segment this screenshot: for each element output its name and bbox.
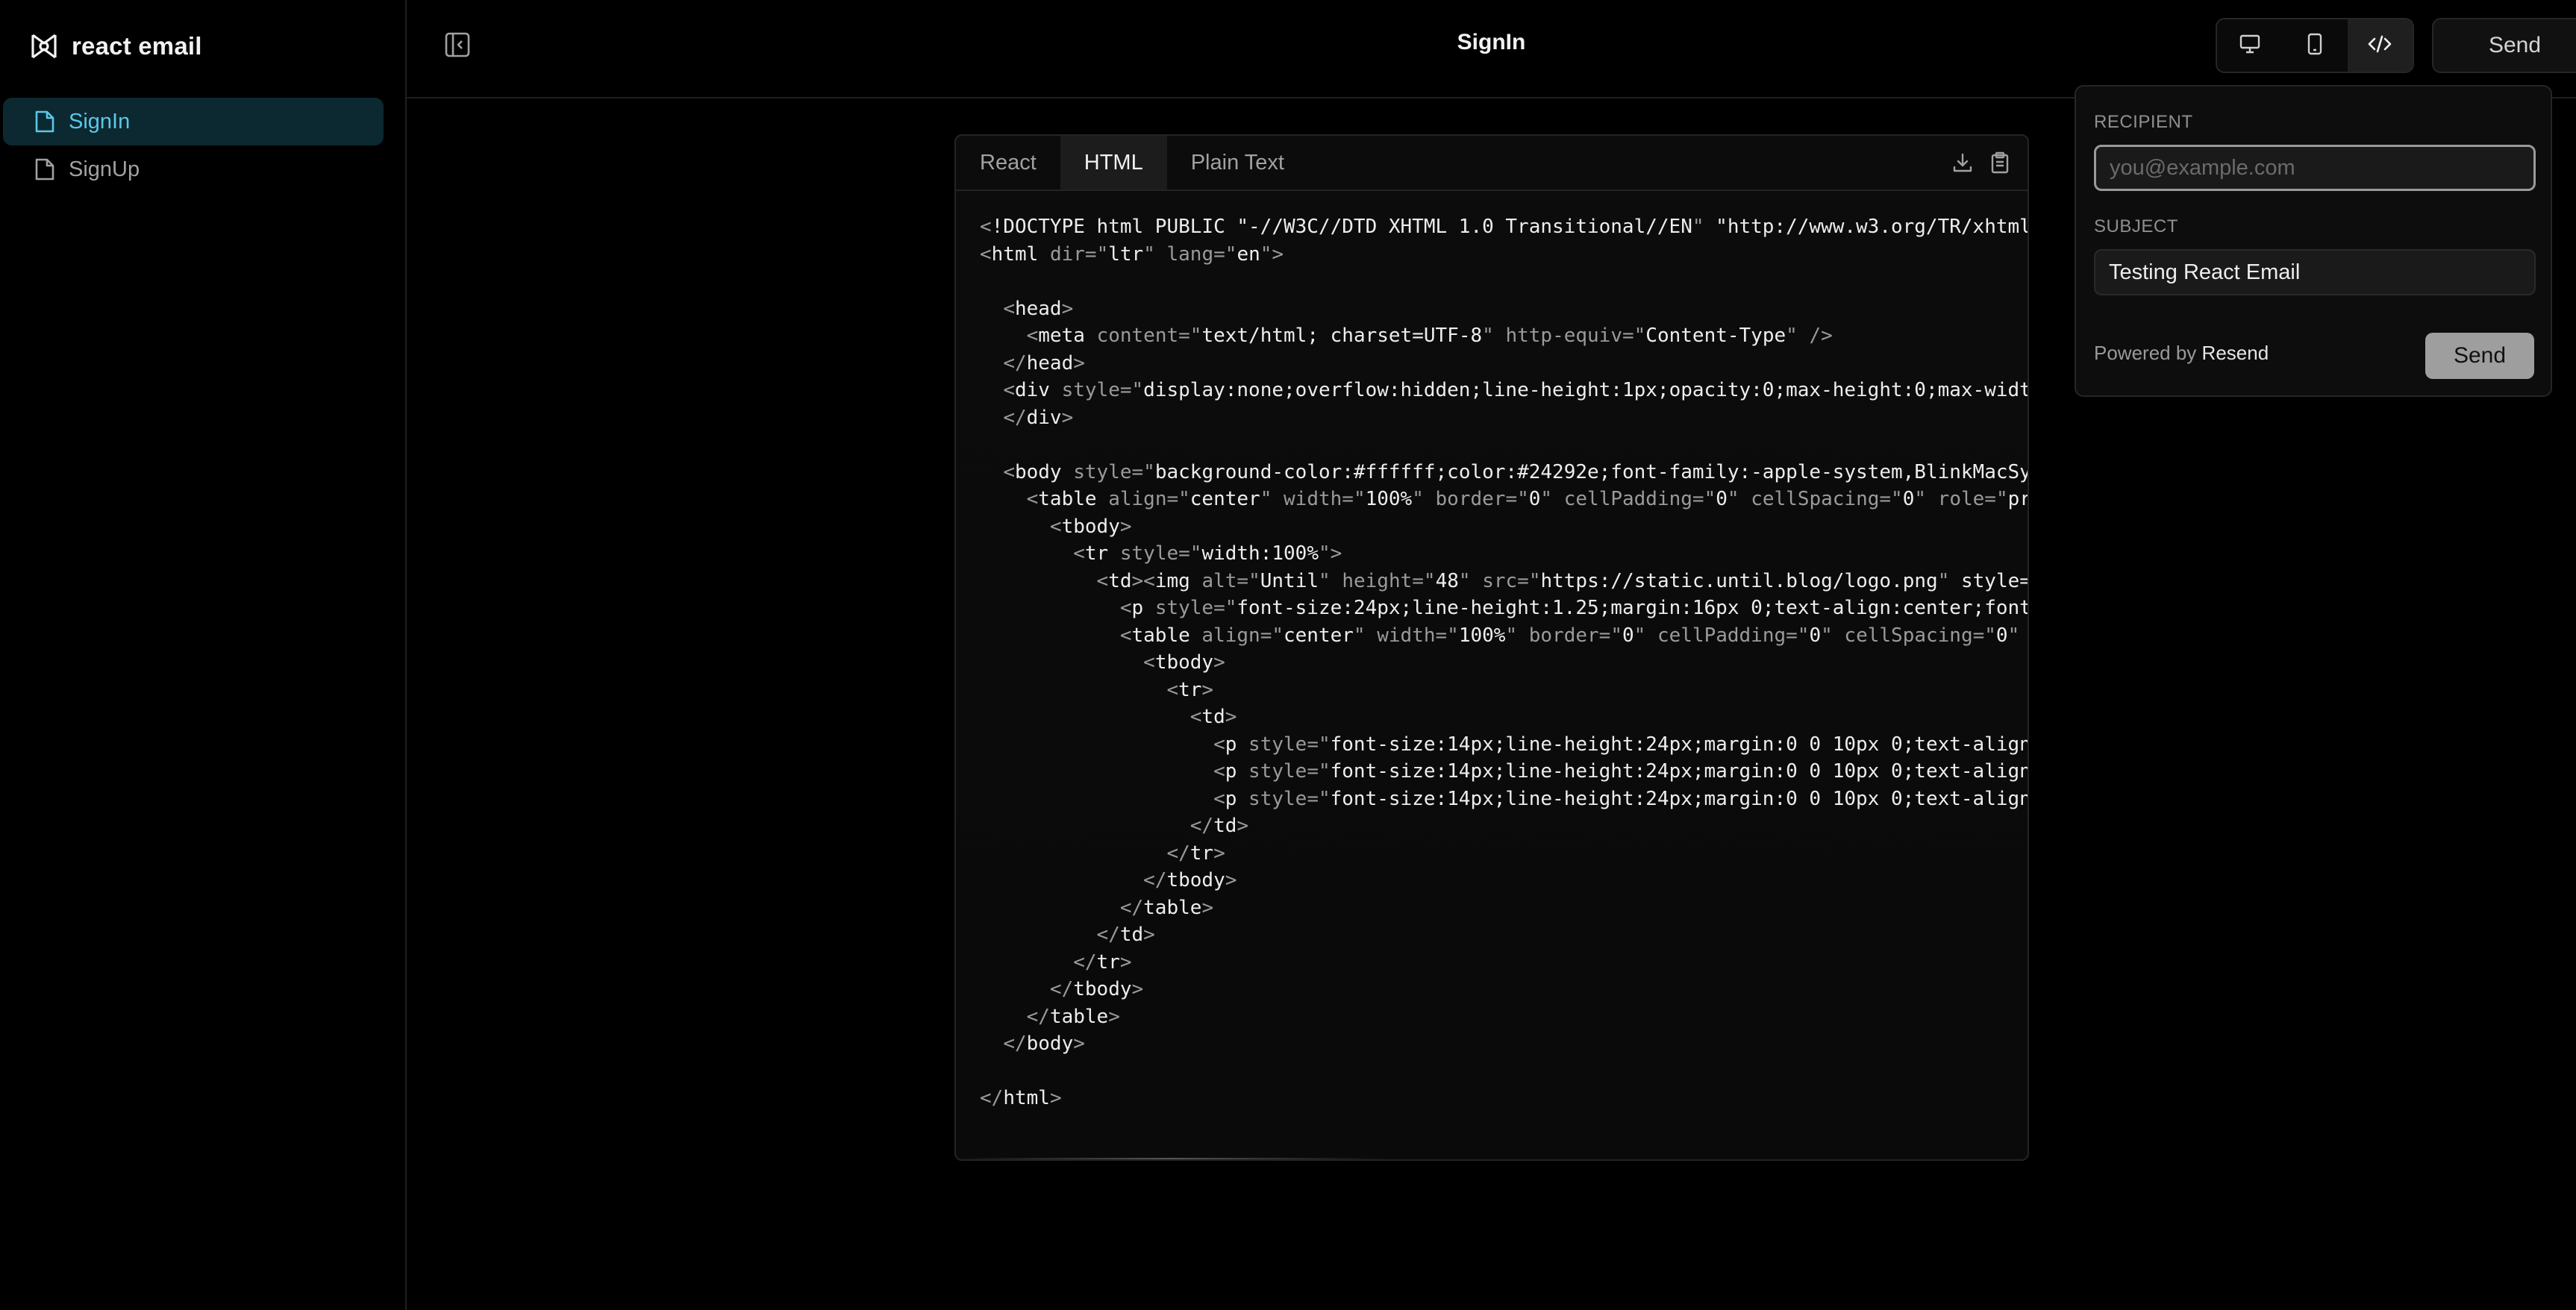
- top-bar: SignIn Send: [407, 0, 2576, 98]
- code-line: </tr>: [1166, 842, 1225, 865]
- send-email-popover: RECIPIENT you@example.com SUBJECT Testin…: [2075, 85, 2552, 397]
- code-line: </div>: [1003, 406, 1074, 429]
- code-line: <html dir="ltr" lang="en">: [980, 242, 1284, 266]
- code-line: <head>: [1003, 297, 1074, 320]
- code-line: <table align="center" width="100%" borde…: [1026, 488, 2029, 510]
- download-icon[interactable]: [1950, 149, 1975, 176]
- mobile-view-button[interactable]: [2282, 19, 2347, 72]
- code-line: </tbody>: [1143, 869, 1237, 891]
- code-line: <td>: [1189, 706, 1237, 728]
- view-mode-switch: [2216, 18, 2414, 73]
- tab-react[interactable]: React: [956, 136, 1060, 189]
- code-line: </html>: [980, 1087, 1062, 1109]
- code-line: <p style="font-size:14px;line-height:24p…: [1213, 733, 2029, 756]
- sidebar-item-label: SignIn: [69, 109, 131, 134]
- code-line: <body style="background-color:#ffffff;co…: [1003, 460, 2029, 483]
- code-line: <table align="center" width="100%" borde…: [1119, 624, 2020, 647]
- code-panel: React HTML Plain Text <!DOCTYPE html PUB…: [954, 134, 2029, 1161]
- sidebar-item-label: SignUp: [69, 157, 140, 181]
- popover-send-button[interactable]: Send: [2425, 333, 2534, 379]
- recipient-input[interactable]: you@example.com: [2094, 145, 2536, 191]
- code-line: <tbody>: [1049, 515, 1132, 538]
- code-line: <p style="font-size:14px;line-height:24p…: [1213, 760, 2029, 783]
- file-icon: [34, 110, 55, 134]
- code-line: <tr>: [1166, 678, 1214, 701]
- tab-html[interactable]: HTML: [1060, 136, 1167, 189]
- subject-value: Testing React Email: [2109, 260, 2301, 284]
- code-line: </tr>: [1073, 950, 1132, 974]
- desktop-view-button[interactable]: [2217, 19, 2282, 72]
- code-view-button[interactable]: [2347, 19, 2413, 72]
- code-line: </head>: [1003, 351, 1085, 374]
- smartphone-icon: [2306, 33, 2324, 59]
- code-line: </table>: [1026, 1005, 1120, 1028]
- code-line: </body>: [1003, 1032, 1085, 1055]
- sidebar-item-signin[interactable]: SignIn: [3, 98, 384, 145]
- recipient-placeholder: you@example.com: [2110, 155, 2295, 180]
- code-line: <div style="display:none;overflow:hidden…: [1003, 379, 2029, 401]
- app-name: react email: [72, 32, 202, 60]
- sidebar: react email SignIn SignUp: [0, 0, 407, 1310]
- powered-by-text: Powered by: [2094, 342, 2197, 364]
- code-tabs: React HTML Plain Text: [956, 136, 2028, 191]
- code-line: <tbody>: [1143, 651, 1225, 674]
- subject-label: SUBJECT: [2094, 216, 2178, 236]
- subject-input[interactable]: Testing React Email: [2094, 249, 2536, 295]
- powered-by: Powered by Resend: [2094, 342, 2269, 365]
- tab-plain-text[interactable]: Plain Text: [1167, 136, 1308, 189]
- resend-link[interactable]: Resend: [2202, 342, 2269, 364]
- panel-divider: [956, 1158, 2028, 1159]
- send-button[interactable]: Send: [2432, 18, 2576, 73]
- code-line: </table>: [1119, 896, 1214, 919]
- monitor-icon: [2239, 34, 2261, 58]
- react-email-logo-icon: [28, 31, 60, 62]
- file-icon: [34, 157, 55, 181]
- code-line: </td>: [1096, 924, 1155, 946]
- code-line: <p style="font-size:24px;line-height:1.2…: [1119, 597, 2029, 619]
- code-line: <td><img alt="Until" height="48" src="ht…: [1096, 569, 2029, 592]
- sidebar-item-signup[interactable]: SignUp: [3, 145, 384, 193]
- recipient-label: RECIPIENT: [2094, 112, 2193, 132]
- code-line: </tbody>: [1049, 978, 1144, 1000]
- code-icon: [2366, 34, 2393, 58]
- app-logo[interactable]: react email: [28, 30, 202, 63]
- code-line: <tr style="width:100%">: [1073, 542, 1342, 565]
- code-block[interactable]: <!DOCTYPE html PUBLIC "-//W3C//DTD XHTML…: [980, 213, 2029, 1112]
- code-line: </td>: [1189, 815, 1249, 837]
- code-line: <!DOCTYPE html PUBLIC "-//W3C//DTD XHTML…: [980, 216, 2029, 238]
- code-line: <meta content="text/html; charset=UTF-8"…: [1026, 325, 1833, 347]
- code-actions: [1950, 149, 2013, 176]
- template-list: SignIn SignUp: [3, 98, 384, 193]
- clipboard-icon[interactable]: [1987, 149, 2013, 176]
- code-line: <p style="font-size:14px;line-height:24p…: [1213, 787, 2029, 810]
